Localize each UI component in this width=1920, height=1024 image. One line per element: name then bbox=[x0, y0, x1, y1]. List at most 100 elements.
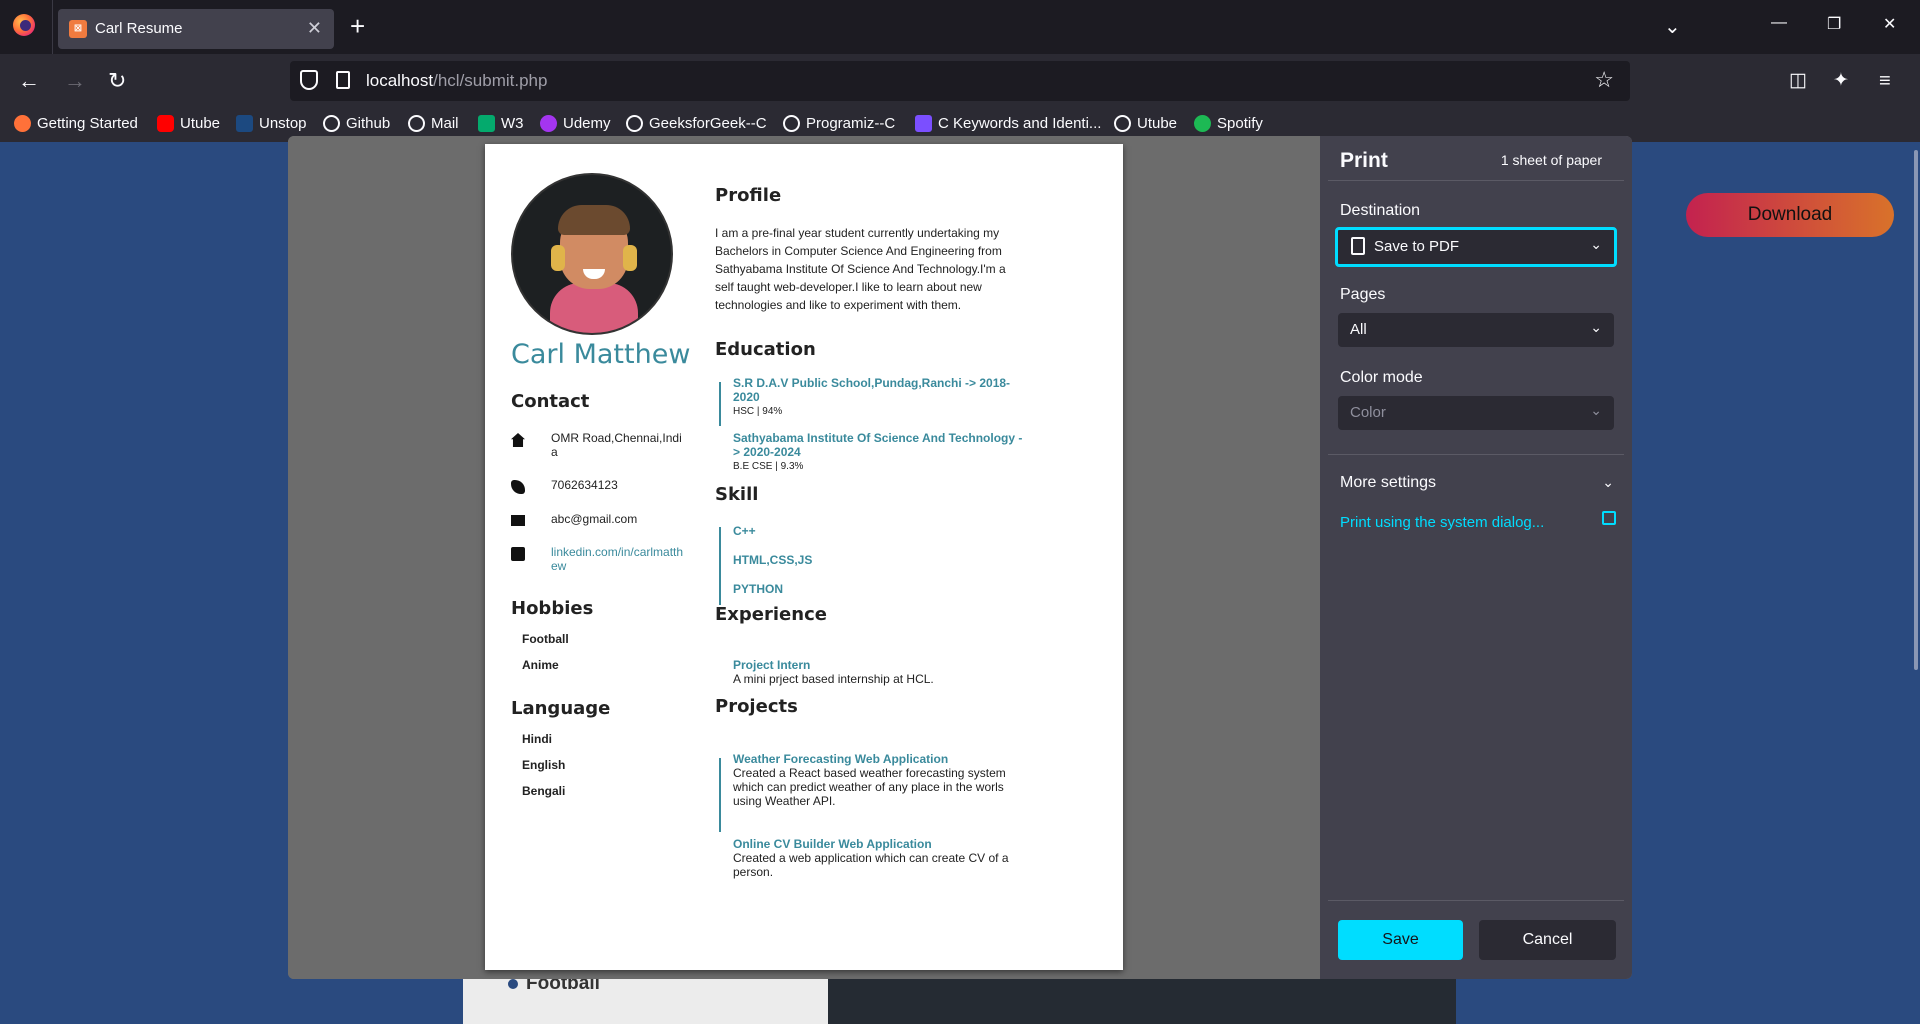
envelope-icon bbox=[511, 515, 525, 526]
experience-heading: Experience bbox=[715, 604, 827, 625]
udemy-icon bbox=[540, 115, 557, 132]
w3-icon bbox=[478, 115, 495, 132]
resume-name: Carl Matthew bbox=[511, 339, 691, 370]
chevron-down-icon: ⌄ bbox=[1590, 236, 1602, 252]
forward-icon[interactable]: → bbox=[64, 68, 86, 94]
restore-icon[interactable]: ❐ bbox=[1827, 14, 1841, 34]
globe-icon bbox=[783, 115, 800, 132]
project-title: Online CV Builder Web Application bbox=[733, 837, 932, 851]
bookmark-w3[interactable]: W3 bbox=[478, 115, 524, 132]
avatar bbox=[511, 173, 673, 335]
more-settings-toggle[interactable]: More settings bbox=[1340, 474, 1436, 492]
globe-icon bbox=[1114, 115, 1131, 132]
home-icon bbox=[511, 433, 525, 447]
pages-select[interactable]: All ⌄ bbox=[1338, 313, 1614, 347]
headphones-icon bbox=[551, 245, 565, 271]
external-link-icon[interactable] bbox=[1602, 511, 1616, 525]
hobby-item: Football bbox=[522, 632, 569, 646]
spotify-icon bbox=[1194, 115, 1211, 132]
project-desc: Created a React based weather forecastin… bbox=[733, 766, 1006, 808]
pocket-icon[interactable]: ◫ bbox=[1789, 68, 1807, 94]
education-heading: Education bbox=[715, 339, 816, 360]
sheet-count: 1 sheet of paper bbox=[1500, 152, 1602, 168]
bookmark-github[interactable]: Github bbox=[323, 115, 390, 132]
github-icon bbox=[323, 115, 340, 132]
bookmark-utube-2[interactable]: Utube bbox=[1114, 115, 1177, 132]
skill-item: PYTHON bbox=[733, 582, 784, 596]
skill-item: HTML,CSS,JS bbox=[733, 553, 813, 567]
url-bar[interactable]: localhost/hcl/submit.php ☆ bbox=[290, 61, 1630, 101]
color-mode-label: Color mode bbox=[1340, 369, 1423, 386]
bookmark-utube[interactable]: Utube bbox=[157, 115, 220, 132]
skill-heading: Skill bbox=[715, 484, 759, 505]
avatar-hoodie bbox=[550, 283, 638, 333]
reload-icon[interactable]: ↻ bbox=[108, 68, 126, 94]
project-desc: Created a web application which can crea… bbox=[733, 851, 1009, 879]
print-preview-area: Carl Matthew Contact OMR Road,Chennai,In… bbox=[288, 136, 1320, 979]
background-resume-panel bbox=[828, 975, 1456, 1024]
xampp-icon: ⊠ bbox=[69, 20, 87, 38]
tab-carl-resume[interactable]: ⊠ Carl Resume ✕ bbox=[58, 9, 334, 49]
close-window-icon[interactable]: ✕ bbox=[1883, 14, 1896, 34]
experience-title: Project Intern bbox=[733, 658, 811, 672]
page-info-icon[interactable] bbox=[336, 71, 350, 89]
bookmark-programiz[interactable]: Programiz--C bbox=[783, 115, 895, 132]
chevron-down-icon[interactable]: ⌄ bbox=[1602, 474, 1614, 491]
programiz-icon bbox=[915, 115, 932, 132]
linkedin-icon bbox=[511, 547, 525, 561]
bookmark-udemy[interactable]: Udemy bbox=[540, 115, 611, 132]
contact-heading: Contact bbox=[511, 391, 590, 412]
download-button[interactable]: Download bbox=[1686, 193, 1894, 237]
bookmark-spotify[interactable]: Spotify bbox=[1194, 115, 1263, 132]
new-tab-button[interactable]: + bbox=[350, 12, 365, 40]
education-detail: B.E CSE | 9.3% bbox=[733, 461, 804, 472]
tab-separator bbox=[52, 0, 53, 54]
projects-heading: Projects bbox=[715, 696, 798, 717]
document-icon bbox=[1351, 237, 1365, 255]
contact-linkedin: linkedin.com/in/carlmatthew bbox=[511, 545, 686, 573]
experience-desc: A mini prject based internship at HCL. bbox=[733, 672, 934, 686]
bookmark-c-keywords[interactable]: C Keywords and Identi... bbox=[915, 115, 1101, 132]
headphones-icon bbox=[623, 245, 637, 271]
tracking-protection-icon[interactable] bbox=[300, 70, 318, 90]
firefox-icon bbox=[14, 115, 31, 132]
print-preview-sheet: Carl Matthew Contact OMR Road,Chennai,In… bbox=[485, 144, 1123, 970]
contact-phone: 7062634123 bbox=[511, 478, 686, 494]
divider bbox=[1328, 900, 1624, 901]
globe-icon bbox=[408, 115, 425, 132]
destination-select[interactable]: Save to PDF ⌄ bbox=[1335, 227, 1617, 267]
menu-icon[interactable]: ≡ bbox=[1879, 68, 1891, 94]
timeline-line bbox=[719, 382, 721, 426]
bookmark-geeksforgeek[interactable]: GeeksforGeek--C bbox=[626, 115, 767, 132]
print-settings-panel: Print 1 sheet of paper Destination Save … bbox=[1320, 136, 1632, 979]
project-title: Weather Forecasting Web Application bbox=[733, 752, 949, 766]
contact-email: abc@gmail.com bbox=[511, 512, 686, 526]
system-dialog-link[interactable]: Print using the system dialog... bbox=[1340, 514, 1544, 531]
contact-address: OMR Road,Chennai,India bbox=[511, 431, 686, 459]
chevron-down-icon: ⌄ bbox=[1590, 319, 1602, 335]
firefox-icon[interactable] bbox=[13, 14, 35, 36]
education-detail: HSC | 94% bbox=[733, 406, 783, 417]
hobbies-heading: Hobbies bbox=[511, 598, 594, 619]
language-item: Bengali bbox=[522, 784, 566, 798]
bookmark-mail[interactable]: Mail bbox=[408, 115, 459, 132]
minimize-icon[interactable]: — bbox=[1771, 14, 1787, 32]
tab-title: Carl Resume bbox=[95, 20, 183, 37]
cancel-button[interactable]: Cancel bbox=[1479, 920, 1616, 960]
back-icon[interactable]: ← bbox=[18, 68, 40, 94]
avatar-hair bbox=[558, 205, 630, 235]
list-all-tabs-icon[interactable]: ⌄ bbox=[1664, 14, 1681, 39]
bookmark-getting-started[interactable]: Getting Started bbox=[14, 115, 138, 132]
page-scrollbar[interactable] bbox=[1914, 150, 1918, 670]
bookmark-star-icon[interactable]: ☆ bbox=[1594, 67, 1614, 93]
pages-label: Pages bbox=[1340, 286, 1386, 303]
bookmark-unstop[interactable]: Unstop bbox=[236, 115, 307, 132]
close-tab-icon[interactable]: ✕ bbox=[307, 18, 322, 38]
youtube-icon bbox=[157, 115, 174, 132]
chevron-down-icon: ⌄ bbox=[1590, 402, 1602, 418]
extensions-icon[interactable]: ✦ bbox=[1833, 68, 1849, 94]
phone-icon bbox=[511, 480, 525, 494]
save-button[interactable]: Save bbox=[1338, 920, 1463, 960]
url-text[interactable]: localhost/hcl/submit.php bbox=[366, 71, 547, 91]
profile-heading: Profile bbox=[715, 185, 782, 206]
